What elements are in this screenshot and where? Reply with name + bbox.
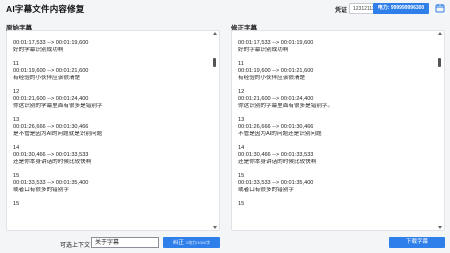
subtitle-index: 11 <box>13 61 19 67</box>
subtitle-timecode: 00:01:26,666 --> 00:01:30,466 <box>13 124 89 130</box>
original-subtitle-list: 00:01:17,533 --> 00:01:19,600 好的学幕识别成功啊 11… <box>13 33 209 229</box>
correct-button[interactable]: 纠正 1电力/1000字 <box>163 237 220 248</box>
context-input[interactable]: 关于字幕 <box>91 237 159 248</box>
subtitle-timecode: 00:01:33,533 --> 00:01:35,400 <box>238 180 314 186</box>
subtitle-text <box>238 215 434 222</box>
subtitle-text: 或者口有很多的错别字 <box>238 187 294 193</box>
subtitle-index: 15 <box>238 201 245 207</box>
subtitle-entry: 11 00:01:19,600 --> 00:01:21,600 有经验的小伙伴应该… <box>238 61 434 89</box>
scroll-down-arrow-icon[interactable] <box>438 226 442 229</box>
subtitle-index: 14 <box>238 145 245 151</box>
power-balance-button[interactable]: 电力: 999999996300 <box>373 3 429 14</box>
subtitle-entry: 00:01:17,533 --> 00:01:19,600 好的字幕识别成功啊 <box>238 33 434 61</box>
scroll-up-arrow-icon[interactable] <box>213 32 217 35</box>
subtitle-entry: 14 00:01:30,466 --> 00:01:33,533 还是你本身讲话的时… <box>238 145 434 173</box>
corrected-subtitle-list: 00:01:17,533 --> 00:01:19,600 好的字幕识别成功啊 11… <box>238 33 434 229</box>
subtitle-entry: 00:01:17,533 --> 00:01:19,600 好的学幕识别成功啊 <box>13 33 209 61</box>
download-subtitles-button[interactable]: 下载字幕 <box>389 237 445 248</box>
subtitle-index: 15 <box>238 173 245 179</box>
subtitle-index: 15 <box>13 201 20 207</box>
subtitle-timecode <box>13 208 209 215</box>
correct-cost-badge: 1电力/1000字 <box>185 240 211 245</box>
subtitle-timecode: 00:01:19,600 --> 00:01:21,600 <box>13 68 89 74</box>
subtitle-timecode: 00:01:26,666 --> 00:01:30,466 <box>238 124 314 130</box>
subtitle-index: 13 <box>238 117 245 123</box>
scrollbar[interactable] <box>437 31 443 230</box>
subtitle-timecode: 00:01:17,533 --> 00:01:19,600 <box>13 40 89 46</box>
subtitle-entry: 15 00:01:33,533 --> 00:01:35,400 或者口有很多的错别… <box>238 173 434 201</box>
subtitle-entry: 12 00:01:21,600 --> 00:01:24,400 你这识别的学幕里面… <box>13 89 209 117</box>
subtitle-entry: 13 00:01:26,666 --> 00:01:30,466 不管是因为AI的问… <box>238 117 434 145</box>
subtitle-text: 有经验的小伙伴应该很清楚 <box>13 75 81 81</box>
subtitle-text: 好的字幕识别成功啊 <box>238 47 289 53</box>
subtitle-entry: 15 00:01:33,533 --> 00:01:35,400 或者口有很多的错别… <box>13 173 209 201</box>
context-label: 可选上下文 <box>60 243 91 249</box>
original-subtitles-textarea[interactable]: 00:01:17,533 --> 00:01:19,600 好的学幕识别成功啊 11… <box>6 30 220 231</box>
subtitle-text: 是不管是因为AI的问题就是识别问题 <box>13 131 103 137</box>
subtitle-entry: 11 00:01:19,600 --> 00:01:21,600 有经验的小伙伴应该… <box>13 61 209 89</box>
subtitle-text: 还是你本身讲话的时候比较快啊 <box>13 159 92 165</box>
subtitle-text: 还是你本身讲话的时候比较快啊 <box>238 159 317 165</box>
scroll-thumb[interactable] <box>213 58 216 67</box>
subtitle-text: 或者口有很多的错别字 <box>13 187 69 193</box>
scroll-thumb[interactable] <box>438 58 441 67</box>
subtitle-index <box>238 33 434 40</box>
subtitle-index: 13 <box>13 117 20 123</box>
subtitle-entry: 15 <box>13 201 209 229</box>
subtitle-index: 15 <box>13 173 20 179</box>
subtitle-text <box>13 215 209 222</box>
subtitle-index: 12 <box>238 89 245 95</box>
subtitle-timecode: 00:01:21,600 --> 00:01:24,400 <box>13 96 89 102</box>
credential-label: 凭证 <box>335 8 348 14</box>
subtitle-entry: 12 00:01:21,600 --> 00:01:24,400 你这识别的字幕里面… <box>238 89 434 117</box>
top-bar: AI字幕文件内容修复 凭证 123121123 电力: 999999996300 <box>0 0 450 18</box>
subtitle-index: 12 <box>13 89 20 95</box>
subtitle-index: 14 <box>13 145 20 151</box>
subtitle-text: 有经验的小伙伴应该很清楚 <box>238 75 306 81</box>
subtitle-timecode: 00:01:19,600 --> 00:01:21,600 <box>238 68 314 74</box>
subtitle-timecode: 00:01:33,533 --> 00:01:35,400 <box>13 180 89 186</box>
subtitle-timecode <box>238 208 434 215</box>
subtitle-text: 不管是因为AI的问题还是识别问题 <box>238 131 322 137</box>
app-title: AI字幕文件内容修复 <box>6 4 85 14</box>
bottom-bar: 可选上下文 关于字幕 纠正 1电力/1000字 下载字幕 <box>0 233 450 253</box>
correct-button-label: 纠正 <box>172 240 184 246</box>
subtitle-timecode: 00:01:30,466 --> 00:01:33,533 <box>13 152 89 158</box>
calendar-icon[interactable] <box>435 3 445 13</box>
scroll-up-arrow-icon[interactable] <box>438 32 442 35</box>
subtitle-text: 你这识别的学幕里面有很多是错别字 <box>13 103 103 109</box>
subtitle-text: 你这识别的字幕里面有很多是错别字。 <box>238 103 334 109</box>
subtitle-index: 11 <box>238 61 244 67</box>
subtitle-index <box>13 33 209 40</box>
scrollbar[interactable] <box>212 31 218 230</box>
subtitle-entry: 14 00:01:30,466 --> 00:01:33,533 还是你本身讲话的时… <box>13 145 209 173</box>
subtitle-timecode: 00:01:21,600 --> 00:01:24,400 <box>238 96 314 102</box>
subtitle-entry: 13 00:01:26,666 --> 00:01:30,466 是不管是因为AI的… <box>13 117 209 145</box>
corrected-subtitles-textarea[interactable]: 00:01:17,533 --> 00:01:19,600 好的字幕识别成功啊 11… <box>231 30 445 231</box>
scroll-down-arrow-icon[interactable] <box>213 226 217 229</box>
subtitle-timecode: 00:01:17,533 --> 00:01:19,600 <box>238 40 314 46</box>
subtitle-text: 好的学幕识别成功啊 <box>13 47 64 53</box>
subtitle-entry: 15 <box>238 201 434 229</box>
subtitle-timecode: 00:01:30,466 --> 00:01:33,533 <box>238 152 314 158</box>
